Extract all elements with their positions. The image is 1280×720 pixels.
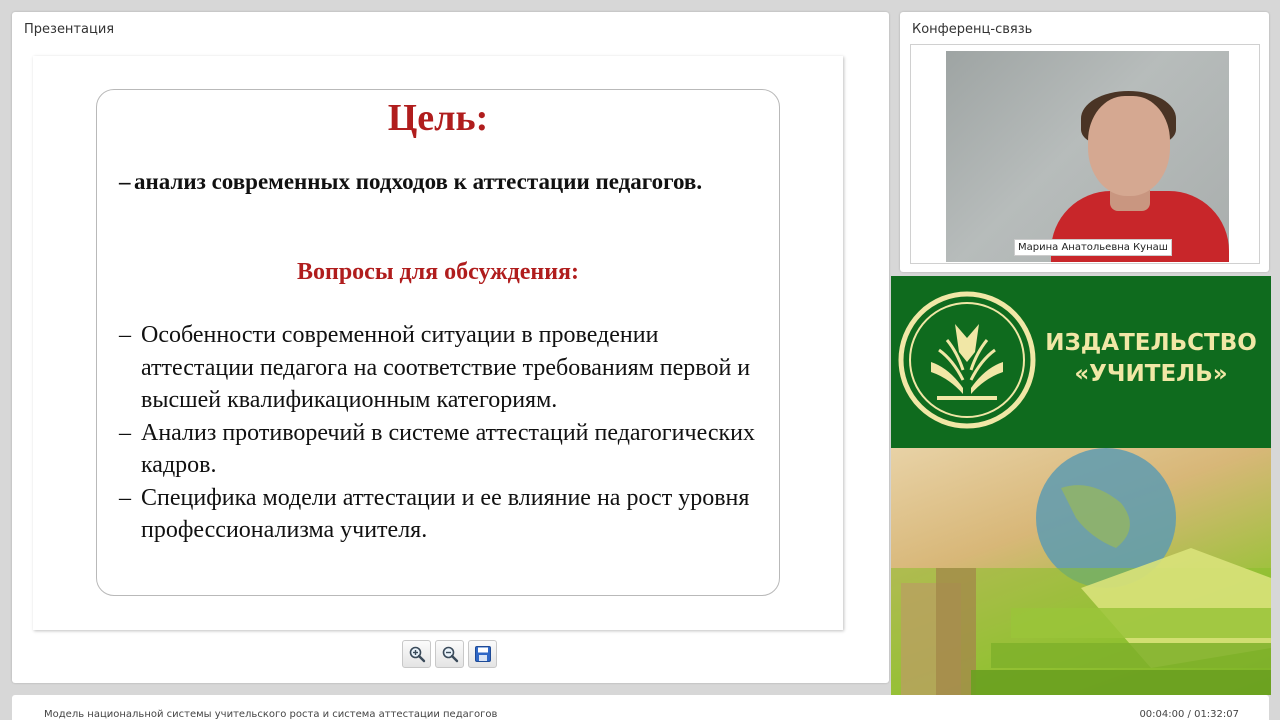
goal-dash: – bbox=[119, 169, 131, 194]
publisher-logo-icon bbox=[898, 291, 1036, 429]
question-text: Анализ противоречий в системе аттестаций… bbox=[141, 419, 755, 479]
question-text: Особенности современной ситуации в прове… bbox=[141, 322, 751, 413]
zoom-in-button[interactable] bbox=[402, 640, 431, 668]
books-globe-illustration bbox=[891, 448, 1271, 695]
presentation-panel: Презентация Цель: – анализ современных п… bbox=[12, 12, 889, 683]
question-dash: – bbox=[119, 322, 131, 348]
questions-heading: Вопросы для обсуждения: bbox=[296, 259, 579, 285]
video-frame: Марина Анатольевна Кунаш bbox=[910, 44, 1260, 264]
zoom-in-icon bbox=[409, 646, 425, 663]
publisher-banner: ИЗДАТЕЛЬСТВО «УЧИТЕЛЬ» bbox=[891, 276, 1271, 695]
slide-card: Цель: – анализ современных подходов к ат… bbox=[96, 89, 780, 596]
slide-heading: Цель: bbox=[387, 97, 489, 139]
slide-area: Цель: – анализ современных подходов к ат… bbox=[33, 56, 843, 630]
question-text: Специфика модели аттестации и ее влияние… bbox=[141, 484, 750, 544]
zoom-out-icon bbox=[442, 646, 458, 663]
bottom-bar: Модель национальной системы учительского… bbox=[12, 695, 1269, 720]
publisher-name: ИЗДАТЕЛЬСТВО «УЧИТЕЛЬ» bbox=[1031, 328, 1271, 390]
slide-toolbar bbox=[402, 640, 497, 668]
publisher-name-line1: ИЗДАТЕЛЬСТВО bbox=[1045, 330, 1257, 356]
save-button[interactable] bbox=[468, 640, 497, 668]
goal-text: – анализ современных подходов к аттестац… bbox=[119, 166, 719, 198]
presentation-title: Презентация bbox=[24, 22, 115, 37]
lecture-title: Модель национальной системы учительского… bbox=[44, 709, 498, 720]
conference-title: Конференц-связь bbox=[912, 22, 1033, 37]
questions-list: – Особенности современной ситуации в пров… bbox=[119, 319, 759, 547]
save-icon bbox=[474, 646, 491, 662]
question-item: – Специфика модели аттестации и ее влияни… bbox=[119, 482, 759, 547]
playback-time: 00:04:00 / 01:32:07 bbox=[1139, 709, 1239, 720]
publisher-banner-top: ИЗДАТЕЛЬСТВО «УЧИТЕЛЬ» bbox=[891, 276, 1271, 448]
zoom-out-button[interactable] bbox=[435, 640, 464, 668]
question-dash: – bbox=[119, 419, 131, 446]
question-item: – Особенности современной ситуации в пров… bbox=[119, 319, 759, 417]
video-feed[interactable]: Марина Анатольевна Кунаш bbox=[946, 51, 1229, 262]
participant-name-label: Марина Анатольевна Кунаш bbox=[1014, 239, 1172, 256]
conference-panel: Конференц-связь Марина Анатольевна Кунаш bbox=[900, 12, 1269, 272]
question-dash: – bbox=[119, 484, 131, 511]
question-item: – Анализ противоречий в системе аттестаци… bbox=[119, 417, 759, 482]
books-globe-image bbox=[891, 448, 1271, 695]
publisher-name-line2: «УЧИТЕЛЬ» bbox=[1074, 361, 1228, 387]
goal-text-content: анализ современных подходов к аттестации… bbox=[134, 169, 703, 194]
